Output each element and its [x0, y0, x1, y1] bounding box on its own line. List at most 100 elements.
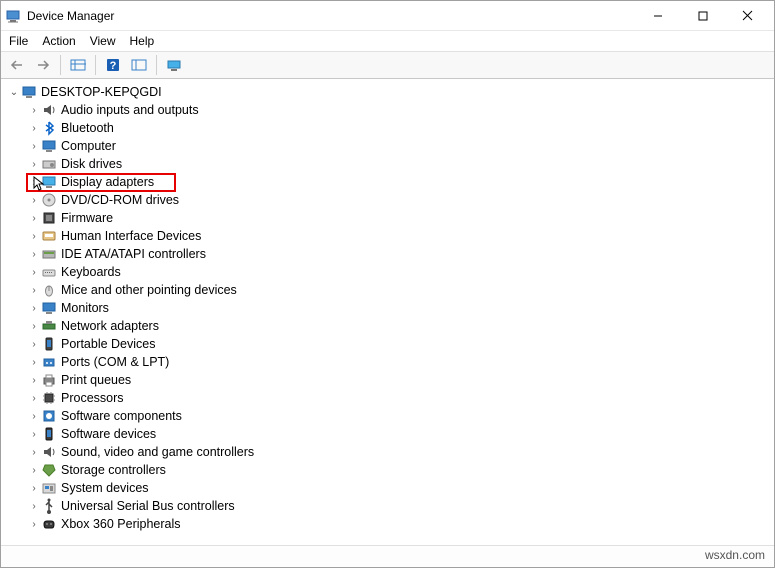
category-label: Software devices [61, 427, 156, 441]
category-label: Display adapters [61, 175, 154, 189]
tree-root-node[interactable]: ⌄ DESKTOP-KEPQGDI [7, 83, 774, 101]
expand-arrow-icon[interactable]: › [27, 303, 41, 314]
category-ports[interactable]: › Ports (COM & LPT) [7, 353, 774, 371]
action-icon[interactable] [127, 54, 151, 76]
category-swcomp[interactable]: ›Software components [7, 407, 774, 425]
sound-icon [41, 444, 57, 460]
bluetooth-icon [41, 120, 57, 136]
expand-arrow-icon[interactable]: › [27, 159, 41, 170]
category-disk[interactable]: › Disk drives [7, 155, 774, 173]
category-system[interactable]: › System devices [7, 479, 774, 497]
category-sound[interactable]: ›Sound, video and game controllers [7, 443, 774, 461]
nav-back-icon[interactable] [5, 54, 29, 76]
category-computer[interactable]: ›Computer [7, 137, 774, 155]
category-label: Human Interface Devices [61, 229, 201, 243]
expand-arrow-icon[interactable]: › [27, 375, 41, 386]
expand-arrow-icon[interactable]: › [27, 393, 41, 404]
svg-text:?: ? [110, 60, 117, 72]
category-label: Processors [61, 391, 124, 405]
nav-forward-icon[interactable] [31, 54, 55, 76]
expand-arrow-icon[interactable]: › [27, 105, 41, 116]
category-label: Network adapters [61, 319, 159, 333]
print-icon [41, 372, 57, 388]
category-label: Disk drives [61, 157, 122, 171]
swdev-icon [41, 426, 57, 442]
help-icon[interactable]: ? [101, 54, 125, 76]
expand-arrow-icon[interactable]: › [27, 321, 41, 332]
scan-hardware-icon[interactable] [162, 54, 186, 76]
category-label: Bluetooth [61, 121, 114, 135]
category-portable[interactable]: › Portable Devices [7, 335, 774, 353]
network-icon [41, 318, 57, 334]
category-label: System devices [61, 481, 149, 495]
app-icon [5, 8, 21, 24]
status-bar [1, 545, 774, 567]
category-cpu[interactable]: › Processors [7, 389, 774, 407]
expand-arrow-icon[interactable]: › [27, 141, 41, 152]
menu-file[interactable]: File [9, 34, 28, 48]
expand-arrow-icon[interactable]: › [27, 519, 41, 530]
computer-icon [21, 84, 37, 100]
expand-arrow-icon[interactable]: › [27, 429, 41, 440]
category-label: IDE ATA/ATAPI controllers [61, 247, 206, 261]
expand-arrow-icon[interactable]: › [27, 339, 41, 350]
category-swdev[interactable]: › Software devices [7, 425, 774, 443]
menu-action[interactable]: Action [42, 34, 75, 48]
expand-arrow-icon[interactable]: › [27, 501, 41, 512]
category-label: Firmware [61, 211, 113, 225]
category-ide[interactable]: › IDE ATA/ATAPI controllers [7, 245, 774, 263]
device-tree[interactable]: ⌄ DESKTOP-KEPQGDI ›Audio inputs and outp… [1, 79, 774, 545]
category-usb[interactable]: ›Universal Serial Bus controllers [7, 497, 774, 515]
category-hid[interactable]: › Human Interface Devices [7, 227, 774, 245]
category-display[interactable]: › Display adapters [7, 173, 774, 191]
category-label: Storage controllers [61, 463, 166, 477]
category-bluetooth[interactable]: › Bluetooth [7, 119, 774, 137]
minimize-button[interactable] [635, 1, 680, 30]
show-hidden-icon[interactable] [66, 54, 90, 76]
category-keyboard[interactable]: › Keyboards [7, 263, 774, 281]
category-label: Keyboards [61, 265, 121, 279]
category-label: Portable Devices [61, 337, 156, 351]
expand-arrow-icon[interactable]: › [27, 411, 41, 422]
category-firmware[interactable]: › Firmware [7, 209, 774, 227]
titlebar: Device Manager [1, 1, 774, 31]
category-network[interactable]: › Network adapters [7, 317, 774, 335]
ports-icon [41, 354, 57, 370]
category-dvd[interactable]: ›DVD/CD-ROM drives [7, 191, 774, 209]
toolbar: ? [1, 51, 774, 79]
monitor-icon [41, 300, 57, 316]
expand-arrow-icon[interactable]: › [27, 357, 41, 368]
hid-icon [41, 228, 57, 244]
expand-arrow-icon[interactable]: › [27, 465, 41, 476]
expand-arrow-icon[interactable]: › [27, 177, 41, 188]
expand-arrow-icon[interactable]: › [27, 285, 41, 296]
expand-arrow-icon[interactable]: › [27, 267, 41, 278]
mouse-icon [41, 282, 57, 298]
menu-view[interactable]: View [90, 34, 116, 48]
menu-help[interactable]: Help [130, 34, 155, 48]
ide-icon [41, 246, 57, 262]
toolbar-separator [60, 55, 61, 75]
expand-arrow-icon[interactable]: › [27, 195, 41, 206]
category-monitor[interactable]: ›Monitors [7, 299, 774, 317]
portable-icon [41, 336, 57, 352]
category-label: Mice and other pointing devices [61, 283, 237, 297]
close-button[interactable] [725, 1, 770, 30]
window-title: Device Manager [27, 9, 635, 23]
maximize-button[interactable] [680, 1, 725, 30]
category-label: Ports (COM & LPT) [61, 355, 169, 369]
collapse-arrow-icon[interactable]: ⌄ [7, 87, 21, 98]
system-icon [41, 480, 57, 496]
expand-arrow-icon[interactable]: › [27, 249, 41, 260]
category-xbox[interactable]: ›Xbox 360 Peripherals [7, 515, 774, 533]
category-storage[interactable]: › Storage controllers [7, 461, 774, 479]
toolbar-separator [95, 55, 96, 75]
expand-arrow-icon[interactable]: › [27, 447, 41, 458]
expand-arrow-icon[interactable]: › [27, 213, 41, 224]
category-speaker[interactable]: ›Audio inputs and outputs [7, 101, 774, 119]
expand-arrow-icon[interactable]: › [27, 123, 41, 134]
category-mouse[interactable]: › Mice and other pointing devices [7, 281, 774, 299]
expand-arrow-icon[interactable]: › [27, 231, 41, 242]
expand-arrow-icon[interactable]: › [27, 483, 41, 494]
category-print[interactable]: ›Print queues [7, 371, 774, 389]
